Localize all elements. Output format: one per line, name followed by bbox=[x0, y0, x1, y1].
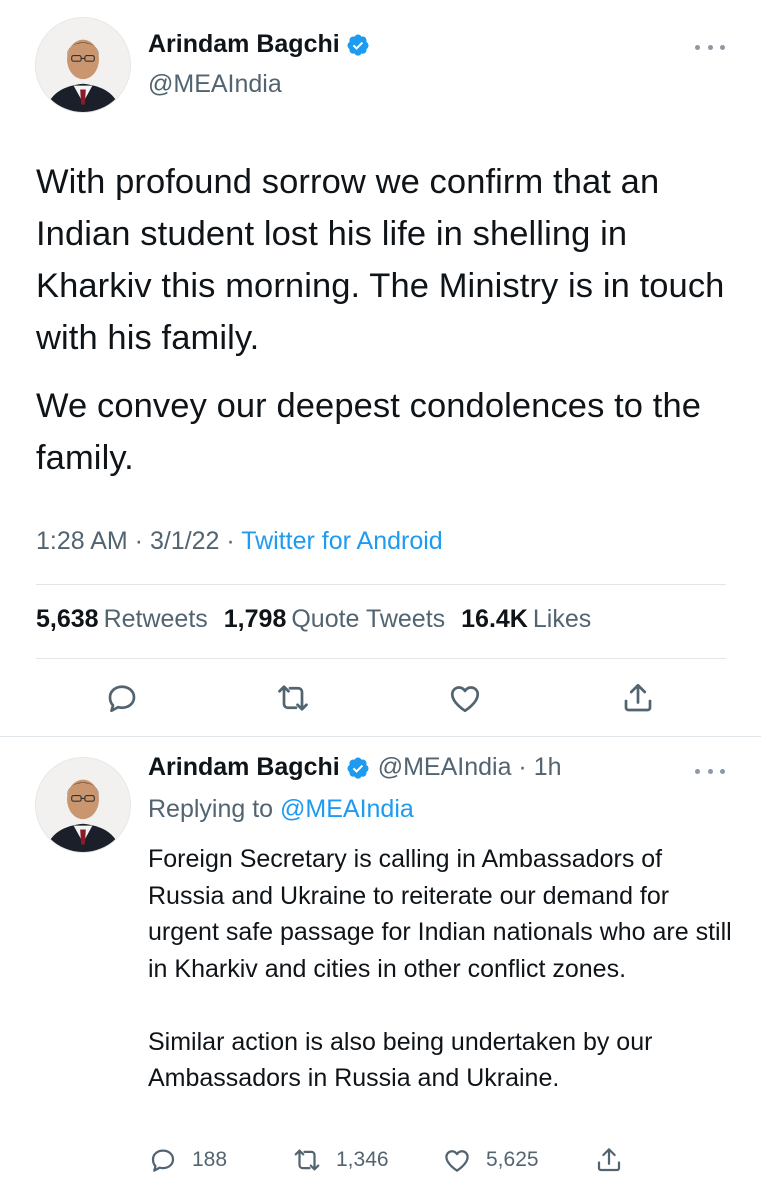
tweet-text: With profound sorrow we confirm that an … bbox=[36, 156, 736, 484]
more-options-icon[interactable] bbox=[695, 42, 725, 52]
reply-icon bbox=[148, 1145, 178, 1175]
verified-badge-icon bbox=[346, 756, 370, 780]
likes-stat[interactable]: 16.4K Likes bbox=[461, 605, 591, 634]
share-icon[interactable] bbox=[620, 680, 656, 716]
author-handle: @MEAIndia bbox=[377, 753, 512, 781]
profile-photo bbox=[36, 18, 130, 112]
avatar[interactable] bbox=[35, 17, 131, 113]
retweets-label: Retweets bbox=[103, 605, 208, 633]
verified-badge-icon bbox=[346, 33, 370, 57]
likes-label: Likes bbox=[532, 605, 592, 633]
meta-separator: · bbox=[511, 753, 534, 781]
tweet-source-link[interactable]: Twitter for Android bbox=[241, 527, 442, 555]
tweet-date[interactable]: 3/1/22 bbox=[150, 527, 220, 555]
tweet-time[interactable]: 1:28 AM bbox=[36, 527, 128, 555]
replying-to: Replying to @MEAIndia bbox=[148, 795, 414, 824]
tweet-paragraph: With profound sorrow we confirm that an … bbox=[36, 163, 725, 357]
author-name[interactable]: Arindam Bagchi bbox=[148, 753, 340, 782]
retweet-button[interactable]: 1,346 bbox=[292, 1145, 389, 1175]
replying-label: Replying to bbox=[148, 795, 281, 823]
quote-tweets-label: Quote Tweets bbox=[291, 605, 446, 633]
main-tweet: Arindam Bagchi @MEAIndia With profound s… bbox=[0, 0, 761, 736]
reply-icon[interactable] bbox=[104, 680, 140, 716]
like-icon bbox=[442, 1145, 472, 1175]
reply-author-row[interactable]: Arindam Bagchi @MEAIndia · 1h bbox=[148, 753, 562, 782]
like-icon[interactable] bbox=[447, 680, 483, 716]
author-name[interactable]: Arindam Bagchi bbox=[148, 30, 340, 59]
retweets-count: 5,638 bbox=[36, 605, 99, 633]
retweets-stat[interactable]: 5,638 Retweets bbox=[36, 605, 208, 634]
retweet-icon[interactable] bbox=[275, 680, 311, 716]
share-button[interactable] bbox=[594, 1145, 624, 1175]
tweet-age: 1h bbox=[533, 753, 562, 781]
reply-handle-and-age[interactable]: @MEAIndia · 1h bbox=[378, 753, 562, 782]
quote-tweets-stat[interactable]: 1,798 Quote Tweets bbox=[224, 605, 445, 634]
tweet-action-bar bbox=[0, 675, 761, 721]
reply-button[interactable]: 188 bbox=[148, 1145, 227, 1175]
replying-to-handle[interactable]: @MEAIndia bbox=[280, 795, 414, 823]
more-options-icon[interactable] bbox=[695, 766, 725, 776]
reply-count: 188 bbox=[192, 1148, 228, 1171]
tweet-paragraph: We convey our deepest condolences to the… bbox=[36, 387, 702, 477]
retweet-count: 1,346 bbox=[336, 1148, 389, 1171]
reply-text: Foreign Secretary is calling in Ambassad… bbox=[148, 841, 738, 1097]
profile-photo bbox=[36, 758, 130, 852]
retweet-icon bbox=[292, 1145, 322, 1175]
quote-tweets-count: 1,798 bbox=[223, 605, 287, 633]
divider bbox=[36, 658, 726, 659]
share-icon bbox=[594, 1145, 624, 1175]
tweet-meta: 1:28 AM · 3/1/22 · Twitter for Android bbox=[36, 527, 443, 556]
engagement-stats: 5,638 Retweets 1,798 Quote Tweets 16.4K Lik… bbox=[36, 605, 591, 634]
divider bbox=[36, 584, 726, 585]
like-button[interactable]: 5,625 bbox=[442, 1145, 539, 1175]
author-name-row[interactable]: Arindam Bagchi bbox=[148, 30, 370, 59]
author-handle[interactable]: @MEAIndia bbox=[148, 70, 282, 99]
likes-count: 16.4K bbox=[461, 605, 528, 633]
like-count: 5,625 bbox=[486, 1148, 539, 1171]
tweet-paragraph: Foreign Secretary is calling in Ambassad… bbox=[148, 845, 732, 983]
reply-action-bar: 188 1,346 5,625 bbox=[148, 1145, 638, 1179]
section-divider bbox=[0, 736, 761, 737]
meta-separator: · bbox=[219, 527, 242, 555]
tweet-paragraph: Similar action is also being undertaken … bbox=[148, 1027, 653, 1093]
meta-separator: · bbox=[127, 527, 150, 555]
avatar[interactable] bbox=[35, 757, 131, 853]
